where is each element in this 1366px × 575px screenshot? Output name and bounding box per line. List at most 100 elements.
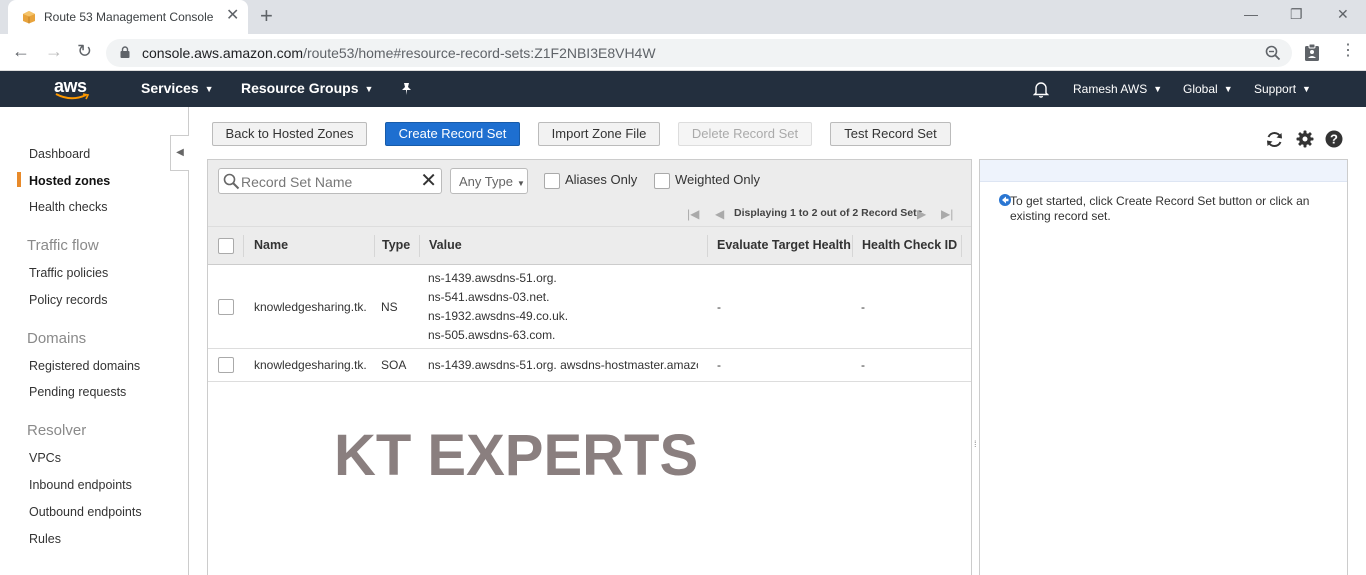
support-menu[interactable]: Support ▼ [1254,82,1311,96]
collapse-sidebar-button[interactable]: ◀ [170,135,189,171]
back-arrow-icon[interactable]: ← [12,41,30,61]
active-item-marker [17,172,21,187]
weighted-only-checkbox[interactable] [654,173,670,189]
table-row[interactable]: knowledgesharing.tk. SOA ns-1439.awsdns-… [208,349,971,382]
sidebar-item-health-checks[interactable]: Health checks [29,200,108,214]
chevron-down-icon: ▼ [1302,84,1311,94]
new-tab-icon[interactable]: + [260,5,273,27]
create-record-set-button[interactable]: Create Record Set [385,122,520,146]
aliases-only-label: Aliases Only [565,172,638,187]
sidebar-item-dashboard[interactable]: Dashboard [29,147,90,161]
get-started-hint: To get started, click Create Record Set … [1010,194,1310,223]
sidebar-item-traffic-policies[interactable]: Traffic policies [29,266,108,280]
services-menu[interactable]: Services ▼ [141,80,214,96]
record-value: ns-505.awsdns-63.com. [428,328,556,342]
column-header-name[interactable]: Name [254,238,288,252]
delete-record-set-button[interactable]: Delete Record Set [678,122,812,146]
url-text: console.aws.amazon.com/route53/home#reso… [142,45,656,61]
clear-search-icon[interactable]: ✕ [420,169,437,193]
sidebar-heading-domains: Domains [27,330,87,347]
sidebar-item-hosted-zones[interactable]: Hosted zones [29,174,110,188]
sidebar-heading-traffic-flow: Traffic flow [27,237,99,254]
restore-icon[interactable]: ❐ [1290,6,1303,23]
evaluate-target-health-value: - [717,358,721,372]
table-header: Name Type Value Evaluate Target Health H… [208,227,971,265]
record-set-search[interactable]: ✕ [218,168,442,194]
record-value: ns-1439.awsdns-51.org. [428,271,557,285]
zoom-icon[interactable] [1264,44,1282,62]
minimize-icon[interactable]: — [1244,6,1258,22]
lock-icon [120,46,130,58]
column-divider [961,235,962,257]
aws-top-nav: aws Services ▼ Resource Groups ▼ Ramesh AW… [0,71,1366,107]
aliases-only-checkbox[interactable] [544,173,560,189]
close-icon[interactable]: ✕ [226,8,239,24]
drag-handle-icon: ⁞ [974,439,977,449]
column-divider [243,235,244,257]
browser-tab[interactable]: Route 53 Management Console ✕ [8,0,248,34]
sidebar-item-rules[interactable]: Rules [29,532,61,546]
tab-title: Route 53 Management Console [44,10,214,24]
health-check-id-value: - [861,358,865,372]
column-divider [852,235,853,257]
panel-splitter[interactable]: ⁞ [972,159,979,575]
watermark-text: KT EXPERTS [334,423,699,488]
test-record-set-button[interactable]: Test Record Set [830,122,951,146]
row-checkbox[interactable] [218,299,234,315]
bell-icon[interactable] [1033,81,1049,98]
gear-icon[interactable] [1296,130,1314,148]
aws-cube-icon [23,11,35,24]
column-header-evaluate-target-health[interactable]: Evaluate Target Health [717,238,851,252]
account-menu[interactable]: Ramesh AWS ▼ [1073,82,1162,96]
sidebar-item-inbound-endpoints[interactable]: Inbound endpoints [29,478,132,492]
table-row[interactable]: knowledgesharing.tk. NS ns-1439.awsdns-5… [208,265,971,349]
forward-arrow-icon[interactable]: → [45,41,63,61]
last-page-icon[interactable]: ▶| [941,207,953,221]
pin-icon[interactable] [400,82,413,96]
column-header-type[interactable]: Type [382,238,410,252]
record-value: ns-1439.awsdns-51.org. awsdns-hostmaster… [428,358,698,372]
weighted-only-label: Weighted Only [675,172,761,187]
refresh-icon[interactable] [1265,130,1284,149]
first-page-icon[interactable]: |◀ [687,207,699,221]
pager-status: Displaying 1 to 2 out of 2 Record Sets [734,207,923,219]
window-close-icon[interactable]: ✕ [1337,6,1349,23]
search-input[interactable] [241,173,421,191]
reload-icon[interactable]: ↻ [77,41,92,61]
search-icon [223,173,240,190]
sidebar-item-outbound-endpoints[interactable]: Outbound endpoints [29,505,142,519]
url-field[interactable]: console.aws.amazon.com/route53/home#reso… [106,39,1292,67]
back-to-hosted-zones-button[interactable]: Back to Hosted Zones [212,122,367,146]
help-icon[interactable]: ? [1325,130,1343,148]
svg-text:?: ? [1330,132,1338,147]
next-page-icon[interactable]: ▶ [917,207,926,221]
sidebar-item-vpcs[interactable]: VPCs [29,451,61,465]
record-type-select[interactable]: Any Type ▼ [450,168,528,194]
column-header-value[interactable]: Value [429,238,462,252]
sidebar-item-pending-requests[interactable]: Pending requests [29,385,126,399]
chevron-down-icon: ▼ [1223,84,1233,94]
menu-icon[interactable]: ⋮ [1340,41,1356,61]
region-menu[interactable]: Global ▼ [1183,82,1233,96]
record-type: NS [381,300,398,314]
sidebar-item-policy-records[interactable]: Policy records [29,293,108,307]
grid-filter-toolbar: ✕ Any Type▼ Aliases Only Weighted Only |… [208,160,971,227]
detail-panel-header [980,160,1347,182]
clipboard-extension-icon[interactable] [1304,43,1320,61]
column-divider [374,235,375,257]
health-check-id-value: - [861,300,865,314]
row-checkbox[interactable] [218,357,234,373]
sidebar-heading-resolver: Resolver [27,422,87,439]
record-type: SOA [381,358,407,372]
record-set-detail-panel: To get started, click Create Record Set … [979,159,1348,575]
aws-smile-icon [55,93,90,100]
previous-page-icon[interactable]: ◀ [715,207,724,221]
select-all-checkbox[interactable] [218,238,234,254]
column-header-health-check-id[interactable]: Health Check ID [862,238,957,252]
resource-groups-menu[interactable]: Resource Groups ▼ [241,80,373,96]
chevron-down-icon: ▼ [364,84,374,94]
sidebar-item-registered-domains[interactable]: Registered domains [29,359,140,373]
evaluate-target-health-value: - [717,300,721,314]
route53-sidebar: Dashboard Hosted zones Health checks Tra… [0,107,189,575]
import-zone-file-button[interactable]: Import Zone File [538,122,660,146]
